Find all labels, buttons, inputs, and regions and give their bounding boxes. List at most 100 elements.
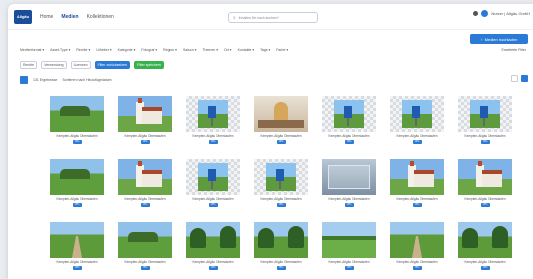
- filter-dropdown[interactable]: Farbe: [276, 48, 288, 52]
- filter-dropdown[interactable]: Tags: [260, 48, 270, 52]
- media-card[interactable]: Kempten-Allgäu Oberstaufen JPG: [116, 159, 174, 214]
- media-card[interactable]: Kempten-Allgäu Oberstaufen JPG: [388, 96, 446, 151]
- file-type-badge: JPG: [412, 140, 422, 144]
- media-thumbnail[interactable]: [322, 96, 376, 132]
- media-caption: Kempten-Allgäu Oberstaufen: [124, 260, 166, 264]
- media-thumbnail[interactable]: [254, 222, 308, 258]
- media-thumbnail[interactable]: [186, 222, 240, 258]
- media-card[interactable]: Kempten-Allgäu Oberstaufen JPG: [320, 159, 378, 214]
- file-type-badge: JPG: [480, 203, 490, 207]
- media-caption: Kempten-Allgäu Oberstaufen: [260, 134, 302, 138]
- media-card[interactable]: Kempten-Allgäu Oberstaufen JPG: [456, 96, 514, 151]
- filter-dropdown[interactable]: Themen: [202, 48, 218, 52]
- media-card[interactable]: Kempten-Allgäu Oberstaufen JPG: [320, 96, 378, 151]
- bell-icon[interactable]: [473, 11, 479, 16]
- file-type-badge: JPG: [412, 203, 422, 207]
- filter-chip[interactable]: Verwendung: [41, 61, 67, 69]
- media-card[interactable]: Kempten-Allgäu Oberstaufen JPG: [456, 159, 514, 214]
- media-card[interactable]: Kempten-Allgäu Oberstaufen JPG: [48, 159, 106, 214]
- filter-dropdown[interactable]: Saison: [183, 48, 196, 52]
- file-type-badge: JPG: [140, 266, 150, 270]
- media-thumbnail[interactable]: [322, 159, 376, 195]
- filter-dropdown[interactable]: Medienformat: [20, 48, 44, 52]
- media-card[interactable]: Kempten-Allgäu Oberstaufen JPG: [116, 222, 174, 277]
- media-card[interactable]: Kempten-Allgäu Oberstaufen JPG: [48, 222, 106, 277]
- media-card[interactable]: Kempten-Allgäu Oberstaufen JPG: [456, 222, 514, 277]
- file-type-badge: JPG: [344, 140, 354, 144]
- media-thumbnail[interactable]: [118, 96, 172, 132]
- media-thumbnail[interactable]: [322, 222, 376, 258]
- file-type-badge: JPG: [344, 266, 354, 270]
- file-type-badge: JPG: [344, 203, 354, 207]
- media-card[interactable]: Kempten-Allgäu Oberstaufen JPG: [388, 222, 446, 277]
- media-card[interactable]: Kempten-Allgäu Oberstaufen JPG: [184, 159, 242, 214]
- list-view-icon[interactable]: [511, 75, 518, 82]
- filter-dropdown[interactable]: Kontakte: [238, 48, 255, 52]
- advanced-filter[interactable]: Erweiterte Filter: [501, 48, 526, 52]
- media-caption: Kempten-Allgäu Oberstaufen: [56, 260, 98, 264]
- media-thumbnail[interactable]: [390, 96, 444, 132]
- media-thumbnail[interactable]: [50, 96, 104, 132]
- filter-chip[interactable]: Lizenzen: [70, 61, 91, 69]
- media-thumbnail[interactable]: [118, 222, 172, 258]
- media-thumbnail[interactable]: [50, 222, 104, 258]
- media-card[interactable]: Kempten-Allgäu Oberstaufen JPG: [252, 159, 310, 214]
- media-card[interactable]: Kempten-Allgäu Oberstaufen JPG: [48, 96, 106, 151]
- file-type-badge: JPG: [412, 266, 422, 270]
- filter-dropdown[interactable]: Urheber: [96, 48, 111, 52]
- media-thumbnail[interactable]: [118, 159, 172, 195]
- media-card[interactable]: Kempten-Allgäu Oberstaufen JPG: [252, 222, 310, 277]
- avatar[interactable]: [481, 10, 489, 17]
- filter-dropdown[interactable]: Asset-Type: [50, 48, 70, 52]
- nav-collections[interactable]: Kollektionen: [87, 14, 114, 20]
- upload-label: Medien hochladen: [484, 36, 518, 42]
- media-thumbnail[interactable]: [458, 222, 512, 258]
- media-card[interactable]: Kempten-Allgäu Oberstaufen JPG: [320, 222, 378, 277]
- filter-dropdown[interactable]: Kategorie: [118, 48, 136, 52]
- media-caption: Kempten-Allgäu Oberstaufen: [56, 134, 98, 138]
- media-thumbnail[interactable]: [186, 96, 240, 132]
- file-type-badge: JPG: [208, 140, 218, 144]
- media-card[interactable]: Kempten-Allgäu Oberstaufen JPG: [252, 96, 310, 151]
- logo[interactable]: Allgäu: [14, 9, 32, 24]
- media-caption: Kempten-Allgäu Oberstaufen: [260, 260, 302, 264]
- upload-button[interactable]: ↑ Medien hochladen: [470, 34, 528, 44]
- media-thumbnail[interactable]: [254, 159, 308, 195]
- nav-home[interactable]: Home: [40, 14, 53, 20]
- sort-select[interactable]: Sortieren nach Hinzufügedatum: [62, 78, 111, 82]
- media-card[interactable]: Kempten-Allgäu Oberstaufen JPG: [184, 222, 242, 277]
- media-card[interactable]: Kempten-Allgäu Oberstaufen JPG: [116, 96, 174, 151]
- filter-chip[interactable]: Filter speichern: [133, 61, 164, 69]
- media-caption: Kempten-Allgäu Oberstaufen: [260, 197, 302, 201]
- main-nav: Home Medien Kollektionen: [40, 14, 114, 20]
- file-type-badge: JPG: [208, 203, 218, 207]
- nav-media[interactable]: Medien: [61, 14, 78, 20]
- user-name[interactable]: Nutzer | Allgäu GmbH: [491, 11, 530, 16]
- media-caption: Kempten-Allgäu Oberstaufen: [192, 260, 234, 264]
- media-thumbnail[interactable]: [50, 159, 104, 195]
- media-thumbnail[interactable]: [186, 159, 240, 195]
- media-thumbnail[interactable]: [458, 159, 512, 195]
- filter-chip[interactable]: Filter zurücksetzen: [94, 61, 130, 69]
- grid-view-icon[interactable]: [521, 75, 528, 82]
- select-all-checkbox[interactable]: [20, 76, 28, 84]
- search-input[interactable]: ⚲ Inhalten für nach suchen?: [228, 12, 318, 23]
- media-caption: Kempten-Allgäu Oberstaufen: [396, 197, 438, 201]
- filter-chip[interactable]: Rechte: [20, 61, 38, 69]
- filter-dropdown[interactable]: Region: [163, 48, 177, 52]
- filter-dropdown[interactable]: Rechte: [76, 48, 90, 52]
- media-thumbnail[interactable]: [254, 96, 308, 132]
- chip-bar: Rechte Verwendung Lizenzen Filter zurückset…: [20, 61, 164, 69]
- media-card[interactable]: Kempten-Allgäu Oberstaufen JPG: [184, 96, 242, 151]
- media-card[interactable]: Kempten-Allgäu Oberstaufen JPG: [388, 159, 446, 214]
- file-type-badge: JPG: [72, 140, 82, 144]
- media-caption: Kempten-Allgäu Oberstaufen: [396, 260, 438, 264]
- filter-dropdown[interactable]: Fotograf: [141, 48, 157, 52]
- media-thumbnail[interactable]: [390, 222, 444, 258]
- result-count: 131 Ergebnisse: [33, 78, 58, 82]
- media-caption: Kempten-Allgäu Oberstaufen: [328, 134, 370, 138]
- filter-dropdown[interactable]: Ort: [224, 48, 232, 52]
- filter-bar: Medienformat Asset-Type Rechte Urheber Kateg…: [20, 48, 288, 52]
- media-thumbnail[interactable]: [390, 159, 444, 195]
- media-thumbnail[interactable]: [458, 96, 512, 132]
